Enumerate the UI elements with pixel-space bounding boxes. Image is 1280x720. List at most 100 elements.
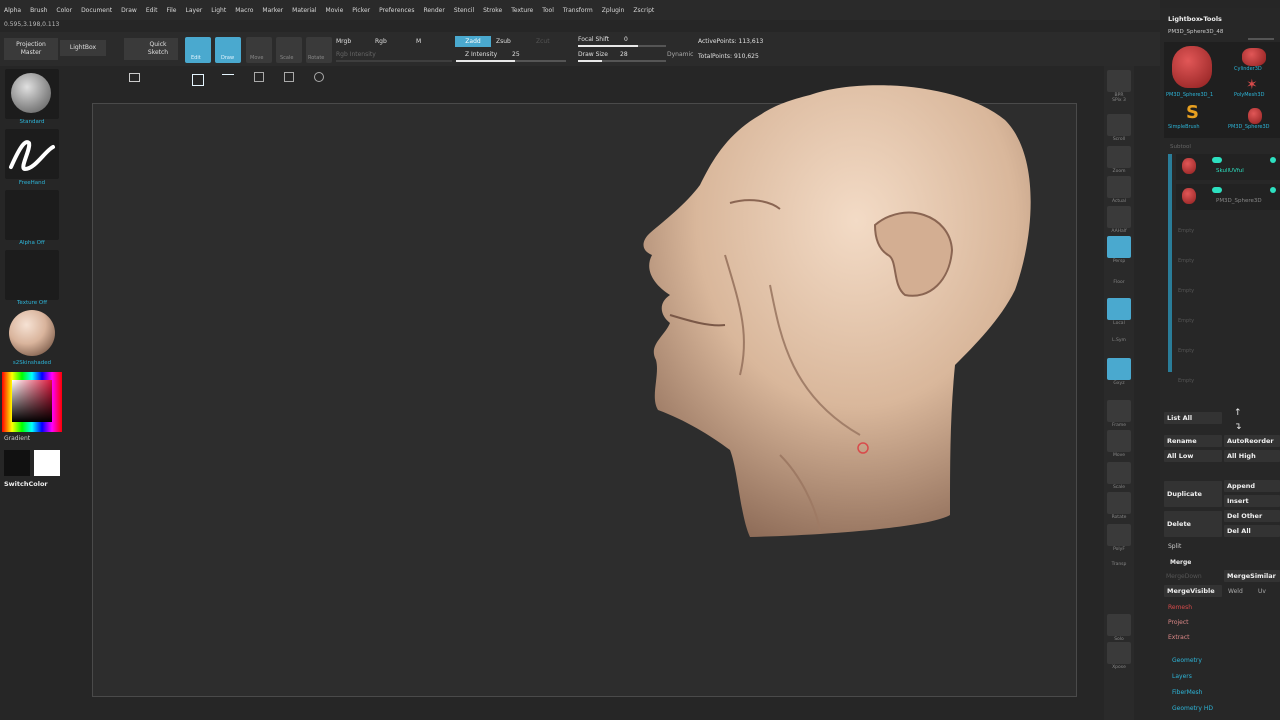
local-icon[interactable] bbox=[1107, 298, 1131, 320]
layers-menu[interactable]: Layers bbox=[1172, 673, 1192, 680]
merge-similar-button[interactable]: MergeSimilar bbox=[1224, 570, 1280, 582]
fibermesh-menu[interactable]: FiberMesh bbox=[1172, 689, 1202, 696]
rotate-icon[interactable] bbox=[1107, 492, 1131, 514]
del-other-button[interactable]: Del Other bbox=[1224, 510, 1280, 522]
del-all-button[interactable]: Del All bbox=[1224, 525, 1280, 537]
menu-preferences[interactable]: Preferences bbox=[379, 7, 414, 14]
menu-layer[interactable]: Layer bbox=[186, 7, 203, 14]
move-down-arrow-icon[interactable]: ↴ bbox=[1234, 422, 1242, 432]
polyf-icon[interactable] bbox=[1107, 524, 1131, 546]
tool-thumb-cylinder[interactable] bbox=[1242, 48, 1266, 66]
split-section[interactable]: Split bbox=[1168, 543, 1181, 550]
zcut-toggle[interactable]: Zcut bbox=[536, 38, 550, 45]
menu-zscript[interactable]: Zscript bbox=[633, 7, 654, 14]
remesh-section[interactable]: Remesh bbox=[1168, 604, 1192, 611]
menu-texture[interactable]: Texture bbox=[511, 7, 533, 14]
menu-edit[interactable]: Edit bbox=[146, 7, 158, 14]
subtool-eye-toggle-1[interactable] bbox=[1212, 157, 1222, 163]
subtool-eye-icon-2[interactable] bbox=[1270, 187, 1276, 193]
extract-section[interactable]: Extract bbox=[1168, 634, 1190, 641]
menu-render[interactable]: Render bbox=[423, 7, 444, 14]
all-high-button[interactable]: All High bbox=[1224, 450, 1280, 462]
menu-color[interactable]: Color bbox=[56, 7, 72, 14]
project-section[interactable]: Project bbox=[1168, 619, 1189, 626]
append-button[interactable]: Append bbox=[1224, 480, 1280, 492]
projection-master-button[interactable]: Projection Master bbox=[4, 38, 58, 60]
move-up-arrow-icon[interactable]: ↑ bbox=[1234, 408, 1242, 418]
insert-button[interactable]: Insert bbox=[1224, 495, 1280, 507]
menu-picker[interactable]: Picker bbox=[352, 7, 370, 14]
move-icon[interactable] bbox=[1107, 430, 1131, 452]
stroke-selector[interactable] bbox=[5, 129, 59, 179]
tool-thumb-sphere[interactable] bbox=[1248, 108, 1262, 124]
saturation-square[interactable] bbox=[12, 380, 52, 422]
brush-selector[interactable] bbox=[5, 69, 59, 119]
dynamic-toggle[interactable]: Dynamic bbox=[667, 51, 693, 58]
lightbox-button[interactable]: LightBox bbox=[60, 40, 106, 56]
mrgb-toggle[interactable]: Mrgb bbox=[336, 38, 351, 45]
actual-icon[interactable] bbox=[1107, 176, 1131, 198]
list-all-button[interactable]: List All bbox=[1164, 412, 1222, 424]
merge-section[interactable]: Merge bbox=[1170, 559, 1191, 566]
zsub-toggle[interactable]: Zsub bbox=[496, 38, 511, 45]
duplicate-button[interactable]: Duplicate bbox=[1164, 481, 1222, 507]
rename-button[interactable]: Rename bbox=[1164, 435, 1222, 447]
geometry-hd-menu[interactable]: Geometry HD bbox=[1172, 705, 1213, 712]
tool-thumb-head[interactable] bbox=[1172, 46, 1212, 88]
menu-marker[interactable]: Marker bbox=[262, 7, 283, 14]
color-picker[interactable] bbox=[2, 372, 62, 432]
menu-file[interactable]: File bbox=[166, 7, 176, 14]
scale-icon[interactable] bbox=[1107, 462, 1131, 484]
rgb-toggle[interactable]: Rgb bbox=[375, 38, 387, 45]
menu-document[interactable]: Document bbox=[81, 7, 112, 14]
all-low-button[interactable]: All Low bbox=[1164, 450, 1222, 462]
m-toggle[interactable]: M bbox=[416, 38, 421, 45]
scroll-icon[interactable] bbox=[1107, 114, 1131, 136]
floor-label[interactable]: Floor bbox=[1104, 280, 1134, 285]
menu-tool[interactable]: Tool bbox=[542, 7, 554, 14]
merge-visible-button[interactable]: MergeVisible bbox=[1164, 585, 1222, 597]
menu-stroke[interactable]: Stroke bbox=[483, 7, 502, 14]
menu-brush[interactable]: Brush bbox=[30, 7, 47, 14]
weld-toggle[interactable]: Weld bbox=[1228, 588, 1243, 595]
zadd-toggle[interactable]: Zadd bbox=[455, 36, 491, 47]
switch-color-button[interactable]: SwitchColor bbox=[4, 480, 48, 488]
tool-thumb-simplebrush[interactable]: S bbox=[1186, 104, 1199, 122]
aahalf-icon[interactable] bbox=[1107, 206, 1131, 228]
menu-material[interactable]: Material bbox=[292, 7, 316, 14]
delete-button[interactable]: Delete bbox=[1164, 511, 1222, 537]
menu-stencil[interactable]: Stencil bbox=[454, 7, 474, 14]
frame-icon[interactable] bbox=[1107, 400, 1131, 422]
menu-alpha[interactable]: Alpha bbox=[4, 7, 21, 14]
persp-icon[interactable] bbox=[1107, 236, 1131, 258]
xpose-icon[interactable] bbox=[1107, 642, 1131, 664]
transp-label[interactable]: Transp bbox=[1104, 562, 1134, 567]
tool-thumb-polymesh[interactable]: ✶ bbox=[1246, 78, 1258, 92]
subtool-row-2[interactable]: PM3D_Sphere3D bbox=[1176, 184, 1280, 210]
material-selector[interactable] bbox=[5, 308, 59, 358]
primary-color-swatch[interactable] bbox=[34, 450, 60, 476]
geometry-menu[interactable]: Geometry bbox=[1172, 657, 1202, 664]
menu-draw[interactable]: Draw bbox=[121, 7, 137, 14]
solo-icon[interactable] bbox=[1107, 614, 1131, 636]
head-sculpt[interactable] bbox=[630, 75, 1040, 545]
menu-light[interactable]: Light bbox=[211, 7, 226, 14]
merge-down-button[interactable]: MergeDown bbox=[1166, 573, 1202, 580]
spix-label[interactable]: SPix 3 bbox=[1104, 98, 1134, 103]
menu-transform[interactable]: Transform bbox=[563, 7, 593, 14]
subtool-eye-icon-1[interactable] bbox=[1270, 157, 1276, 163]
secondary-color-swatch[interactable] bbox=[4, 450, 30, 476]
rgb-intensity-slider[interactable]: Rgb Intensity bbox=[336, 51, 376, 58]
menu-movie[interactable]: Movie bbox=[326, 7, 344, 14]
uv-toggle[interactable]: Uv bbox=[1258, 588, 1266, 595]
bpr-icon[interactable] bbox=[1107, 70, 1131, 92]
texture-selector[interactable] bbox=[5, 250, 59, 300]
gxyz-icon[interactable] bbox=[1107, 358, 1131, 380]
subtool-eye-toggle-2[interactable] bbox=[1212, 187, 1222, 193]
quick-sketch-button[interactable]: Quick Sketch bbox=[124, 38, 178, 60]
zoom-icon[interactable] bbox=[1107, 146, 1131, 168]
auto-reorder-button[interactable]: AutoReorder bbox=[1224, 435, 1280, 447]
menu-macro[interactable]: Macro bbox=[235, 7, 253, 14]
subtool-row-1[interactable]: SkullUVful bbox=[1176, 154, 1280, 180]
alpha-selector[interactable] bbox=[5, 190, 59, 240]
